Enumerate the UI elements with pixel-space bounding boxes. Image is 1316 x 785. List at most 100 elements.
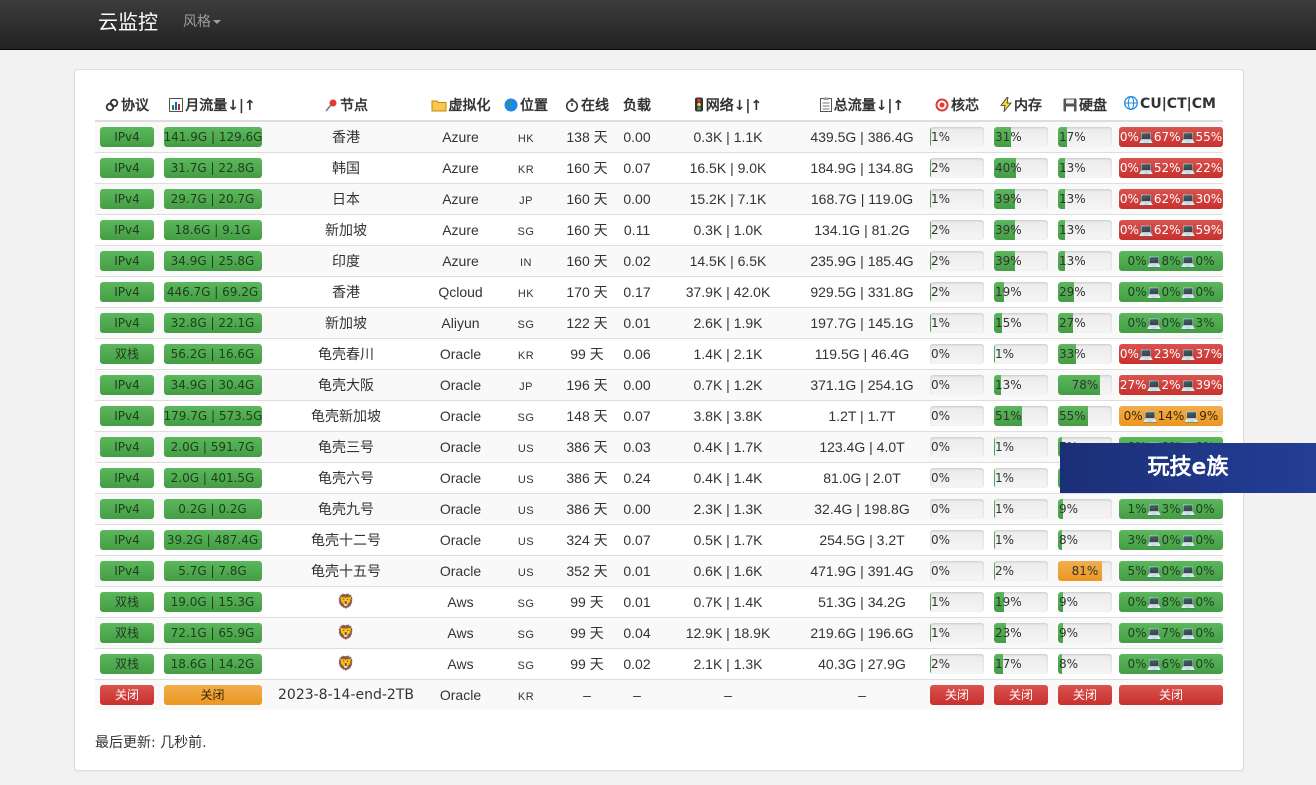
location-code: IN — [520, 256, 532, 269]
location-code: HK — [517, 287, 535, 300]
server-row[interactable]: IPv4 0.2G | 0.2G 龟壳九号 Oracle US 386 天 0.00 2.3K… — [95, 492, 1223, 524]
node-cell: 龟壳大阪 — [266, 368, 426, 400]
server-row[interactable]: IPv4 29.7G | 20.7G 日本 Azure JP 160 天 0.00 15.2K… — [95, 182, 1223, 214]
virt-cell: Azure — [426, 120, 495, 152]
th-node[interactable]: 节点 — [266, 90, 426, 122]
th-month-traffic[interactable]: 月流量↓|↑ — [159, 90, 266, 122]
th-network[interactable]: 网络↓|↑ — [657, 90, 799, 122]
server-row[interactable]: IPv4 179.7G | 573.5G 龟壳新加坡 Oracle SG 148 天 0.0… — [95, 399, 1223, 431]
th-protocol[interactable]: 协议 — [95, 90, 159, 122]
server-row[interactable]: IPv4 5.7G | 7.8G 龟壳十五号 Oracle US 352 天 0.01 0.6… — [95, 554, 1223, 586]
month-traffic-badge: 39.2G | 487.4G — [163, 529, 262, 550]
disk-bar-text: 78% — [1071, 377, 1099, 392]
total-traffic-cell: 197.7G | 145.1G — [799, 306, 925, 338]
style-dropdown[interactable]: 风格 — [183, 11, 221, 31]
th-total-traffic[interactable]: 总流量↓|↑ — [799, 90, 925, 122]
virt-name: Oracle — [439, 438, 482, 455]
load-cell: 0.00 — [617, 120, 657, 152]
server-row[interactable]: 双栈 56.2G | 16.6G 龟壳春川 Oracle KR 99 天 0.06 1.4K … — [95, 337, 1223, 369]
link-icon — [105, 98, 119, 116]
memory-cell: 2% — [989, 554, 1053, 586]
cpu-bar-text: 0% — [931, 563, 951, 578]
memory-bar-text: 40% — [995, 160, 1022, 175]
server-row[interactable]: IPv4 18.6G | 9.1G 新加坡 Azure SG 160 天 0.11 0.3K … — [95, 213, 1223, 245]
isp-cell: 0%💻0%💻3% — [1117, 306, 1223, 338]
total-traffic-cell: 1.2T | 1.7T — [799, 399, 925, 431]
month-traffic-cell: 2.0G | 401.5G — [159, 461, 266, 493]
virt-name: Azure — [442, 190, 479, 207]
th-disk[interactable]: 硬盘 — [1053, 90, 1117, 122]
th-cpu[interactable]: 核芯 — [925, 90, 989, 122]
location-code: SG — [517, 411, 535, 424]
cpu-bar: 2% — [930, 219, 984, 240]
cpu-cell: 0% — [925, 399, 989, 431]
virt-cell: Oracle — [426, 492, 495, 524]
protocol-cell: IPv4 — [95, 244, 159, 276]
load-cell: 0.01 — [617, 306, 657, 338]
virt-cell: Oracle — [426, 368, 495, 400]
isp-cell: 27%💻2%💻39% — [1117, 368, 1223, 400]
memory-cell: 40% — [989, 151, 1053, 183]
th-virt[interactable]: 虚拟化 — [426, 90, 495, 122]
node-name: 🦁 — [337, 656, 355, 672]
month-traffic-cell: 32.8G | 22.1G — [159, 306, 266, 338]
protocol-badge: IPv4 — [100, 405, 154, 426]
clipboard-icon — [819, 97, 832, 116]
th-load[interactable]: 负载 — [617, 90, 657, 122]
server-row[interactable]: 双栈 19.0G | 15.3G 🦁 Aws SG 99 天 0.01 0.7K | 1.4K… — [95, 585, 1223, 617]
memory-bar: 31% — [994, 126, 1048, 147]
server-row[interactable]: IPv4 446.7G | 69.2G 香港 Qcloud HK 170 天 0.17 37.… — [95, 275, 1223, 307]
disk-bar: 13% — [1058, 157, 1112, 178]
th-memory-label: 内存 — [1014, 97, 1042, 114]
server-row-offline[interactable]: 关闭 关闭 2023-8-14-end-2TB Oracle KR – – – – 关闭 关闭 关闭关… — [95, 678, 1223, 710]
server-row[interactable]: IPv4 2.0G | 591.7G 龟壳三号 Oracle US 386 天 0.03 0.… — [95, 430, 1223, 462]
th-isp[interactable]: CU|CT|CM — [1117, 90, 1223, 122]
server-row[interactable]: IPv4 32.8G | 22.1G 新加坡 Aliyun SG 122 天 0.01 2.6… — [95, 306, 1223, 338]
cpu-bar: 0% — [930, 467, 984, 488]
virt-cell: Aws — [426, 647, 495, 679]
memory-bar: 1% — [994, 436, 1048, 457]
load-value: 0.07 — [623, 531, 651, 548]
isp-cell: 关闭 — [1117, 678, 1223, 710]
uptime-value: 386 天 — [566, 500, 608, 517]
server-row[interactable]: IPv4 34.9G | 30.4G 龟壳大阪 Oracle JP 196 天 0.00 0.… — [95, 368, 1223, 400]
total-traffic-cell: 371.1G | 254.1G — [799, 368, 925, 400]
server-row[interactable]: IPv4 39.2G | 487.4G 龟壳十二号 Oracle US 324 天 0.07… — [95, 523, 1223, 555]
location-code: HK — [517, 132, 535, 145]
location-code: US — [517, 473, 535, 486]
month-traffic-cell: 0.2G | 0.2G — [159, 492, 266, 524]
network-value: 0.3K | 1.1K — [693, 128, 763, 145]
brand-title[interactable]: 云监控 — [98, 6, 158, 35]
server-row[interactable]: IPv4 31.7G | 22.8G 韩国 Azure KR 160 天 0.07 16.5K… — [95, 151, 1223, 183]
th-uptime[interactable]: 在线 — [557, 90, 617, 122]
server-row[interactable]: 双栈 72.1G | 65.9G 🦁 Aws SG 99 天 0.04 12.9K | 18.… — [95, 616, 1223, 648]
virt-name: Azure — [442, 128, 479, 145]
disk-cell: 13% — [1053, 151, 1117, 183]
month-traffic-badge: 179.7G | 573.5G — [163, 405, 262, 426]
memory-bar: 23% — [994, 622, 1048, 643]
node-name: 韩国 — [332, 160, 360, 177]
memory-bar: 39% — [994, 250, 1048, 271]
network-value: 0.6K | 1.6K — [693, 562, 763, 579]
th-location[interactable]: 位置 — [495, 90, 557, 122]
disk-bar-text: 13% — [1059, 191, 1086, 206]
disk-bar-text: 8% — [1059, 656, 1079, 671]
cpu-cell: 2% — [925, 213, 989, 245]
th-memory[interactable]: 内存 — [989, 90, 1053, 122]
cpu-cell: 1% — [925, 120, 989, 152]
memory-bar-text: 2% — [995, 563, 1015, 578]
server-row[interactable]: IPv4 34.9G | 25.8G 印度 Azure IN 160 天 0.02 14.5K… — [95, 244, 1223, 276]
server-row[interactable]: IPv4 2.0G | 401.5G 龟壳六号 Oracle US 386 天 0.24 0.… — [95, 461, 1223, 493]
location-cell: US — [495, 523, 557, 555]
memory-cell: 31% — [989, 120, 1053, 152]
network-cell: 0.6K | 1.6K — [657, 554, 799, 586]
protocol-badge: IPv4 — [100, 436, 154, 457]
server-row[interactable]: 双栈 18.6G | 14.2G 🦁 Aws SG 99 天 0.02 2.1K | 1.3K… — [95, 647, 1223, 679]
month-traffic-badge: 56.2G | 16.6G — [163, 343, 262, 364]
cpu-cell: 2% — [925, 151, 989, 183]
cpu-bar: 0% — [930, 560, 984, 581]
cpu-bar-text: 1% — [931, 315, 951, 330]
memory-bar-text: 39% — [995, 253, 1022, 268]
server-row[interactable]: IPv4 141.9G | 129.6G 香港 Azure HK 138 天 0.00 0.3… — [95, 120, 1223, 152]
month-traffic-badge: 5.7G | 7.8G — [163, 560, 262, 581]
